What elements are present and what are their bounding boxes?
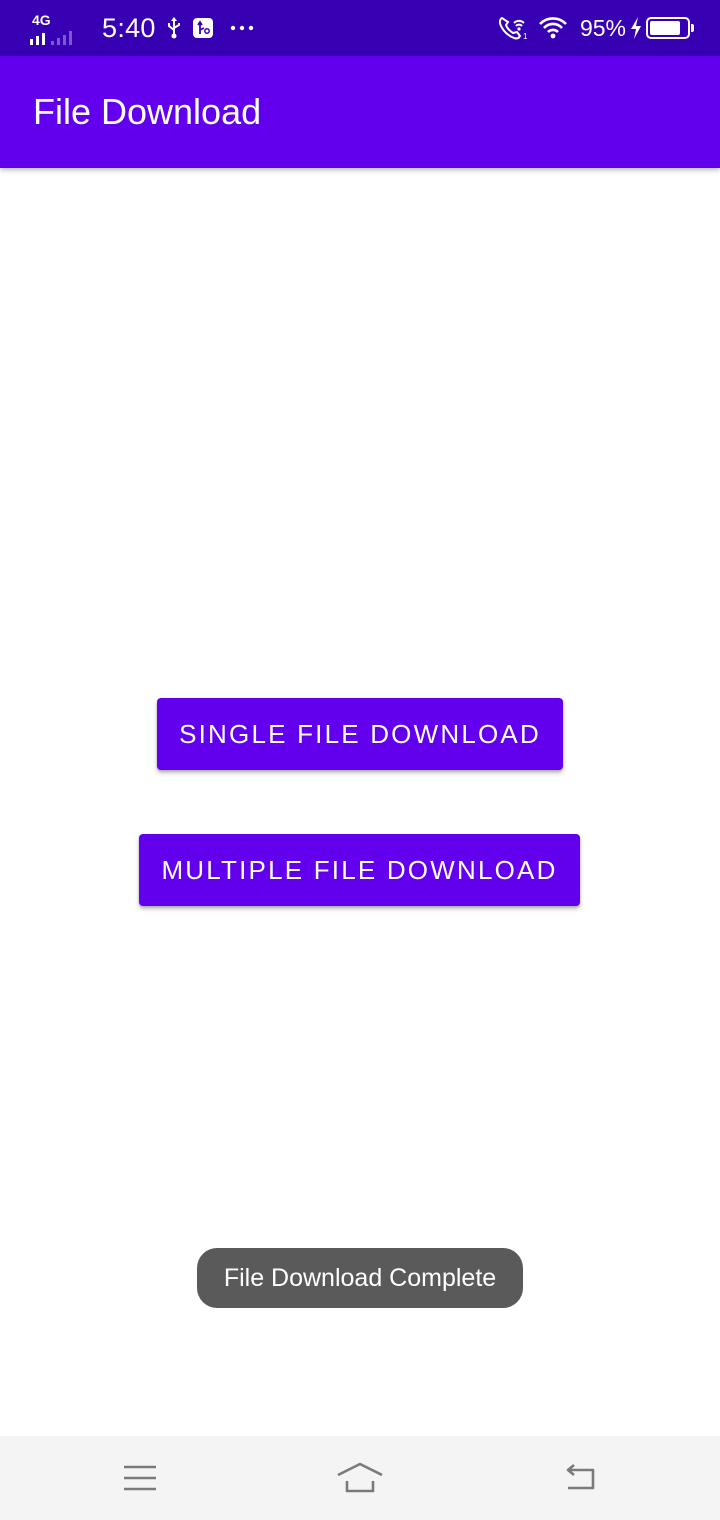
multiple-file-download-button[interactable]: Multiple File Download <box>139 834 580 906</box>
svg-text:1: 1 <box>523 32 528 41</box>
navigation-bar <box>0 1436 720 1520</box>
back-icon[interactable] <box>550 1454 610 1502</box>
usb-icon <box>166 16 182 40</box>
toast-message: File Download Complete <box>197 1248 523 1308</box>
wifi-icon <box>538 16 568 40</box>
status-bar-right: 1 95% <box>498 0 694 56</box>
status-bar-left: 4G 5:40 <box>30 0 254 56</box>
usb-debug-icon <box>192 17 214 39</box>
screen: 4G 5:40 1 95% File Download SINGLE FILE … <box>0 0 720 1520</box>
more-dots-icon <box>230 24 254 32</box>
signal-icon: 4G <box>30 8 98 48</box>
network-type: 4G <box>32 12 51 28</box>
home-icon[interactable] <box>330 1454 390 1502</box>
status-bar: 4G 5:40 1 95% <box>0 0 720 56</box>
menu-icon[interactable] <box>110 1454 170 1502</box>
app-bar: File Download <box>0 56 720 168</box>
single-file-download-button[interactable]: Single File Download <box>157 698 563 770</box>
battery-percent: 95% <box>579 14 626 41</box>
app-title: File Download <box>33 91 262 132</box>
charging-icon <box>630 17 642 39</box>
wifi-calling-icon: 1 <box>498 15 528 41</box>
battery-icon <box>646 17 694 39</box>
clock: 5:40 <box>102 13 156 43</box>
